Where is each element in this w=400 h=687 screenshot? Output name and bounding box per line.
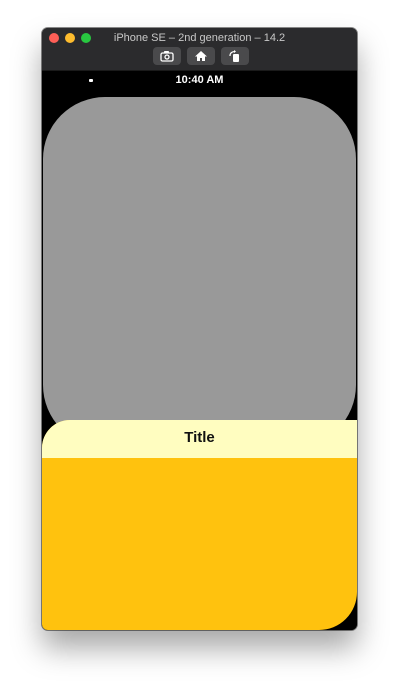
- screenshot-button[interactable]: [153, 47, 181, 65]
- rotate-button[interactable]: [221, 47, 249, 65]
- status-bar-time: 10:40 AM: [175, 74, 224, 86]
- sheet-title: Title: [184, 429, 215, 446]
- simulator-window: iPhone SE – 2nd generation – 14.2 10:40 …: [42, 28, 357, 630]
- window-title: iPhone SE – 2nd generation – 14.2: [113, 32, 286, 44]
- rotate-icon: [228, 50, 242, 62]
- home-icon: [194, 50, 208, 62]
- window-titlebar: iPhone SE – 2nd generation – 14.2: [42, 28, 357, 71]
- camera-icon: [160, 50, 174, 62]
- bottom-sheet[interactable]: Title: [42, 420, 357, 630]
- device-screen: 10:40 AM Title: [42, 71, 357, 630]
- gray-card: [43, 97, 356, 447]
- sheet-header: Title: [42, 420, 357, 458]
- home-button[interactable]: [187, 47, 215, 65]
